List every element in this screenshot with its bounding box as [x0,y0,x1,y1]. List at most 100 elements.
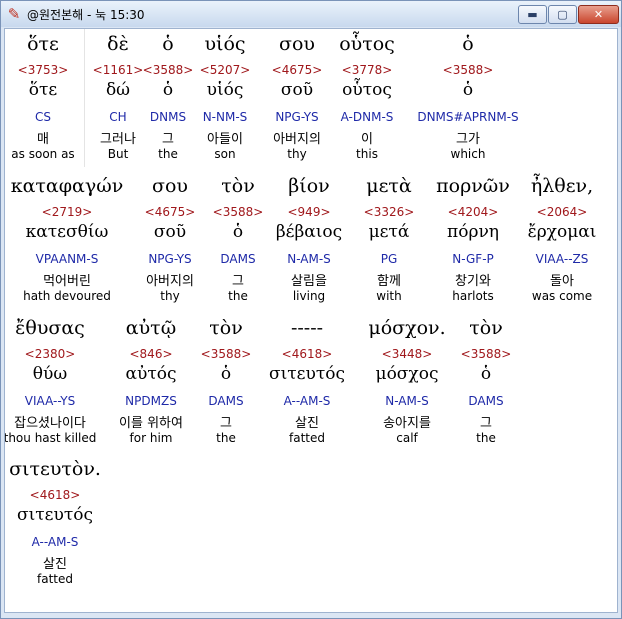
strong-number[interactable]: <3778> [342,63,393,77]
strong-number[interactable]: <1161> [93,63,144,77]
greek-word[interactable]: ὁ [462,33,473,55]
english-gloss: the [476,431,496,445]
english-gloss: the [216,431,236,445]
lemma-word: ὁ [220,364,232,384]
english-gloss: this [356,147,378,161]
greek-word[interactable]: βίον [288,175,329,197]
greek-word[interactable]: σου [152,175,188,197]
greek-word[interactable]: ----- [291,317,323,339]
korean-gloss: 잡으셨나이다 [14,416,86,431]
lemma-word: σιτευτός [269,364,345,384]
strong-number[interactable]: <2064> [537,205,588,219]
strong-number[interactable]: <3588> [461,347,512,361]
korean-gloss: 그러나 [100,132,136,147]
parsing-code: NPDMZS [125,394,177,408]
greek-word[interactable]: τὸν [469,317,503,339]
lemma-word: κατεσθίω [25,222,109,242]
strong-number[interactable]: <949> [287,205,330,219]
korean-gloss: 그 [480,416,492,431]
greek-word[interactable]: μόσχον. [368,317,445,339]
english-gloss: harlots [452,289,494,303]
strong-number[interactable]: <4618> [30,488,81,502]
greek-word[interactable]: τὸν [209,317,243,339]
strong-number[interactable]: <3448> [382,347,433,361]
parsing-code: DNMS#APRNM-S [417,110,519,124]
korean-gloss: 그 [232,274,244,289]
korean-gloss: 창기와 [455,274,491,289]
window-title: @원전본해 - 눅 15:30 [27,8,145,22]
greek-word[interactable]: αὐτῷ [126,317,176,339]
english-gloss: the [158,147,178,161]
parsing-code: CS [35,110,51,124]
greek-word[interactable]: μετὰ [366,175,412,197]
english-gloss: thou hast killed [4,431,97,445]
lemma-word: αὐτός [125,364,177,384]
english-gloss: for him [129,431,173,445]
lemma-word: οὗτος [342,80,392,100]
greek-word[interactable]: οὗτος [339,33,395,55]
english-gloss: fatted [289,431,325,445]
parsing-code: NPG-YS [275,110,319,124]
lemma-word: ὁ [232,222,244,242]
english-gloss: the [228,289,248,303]
bible-app-icon[interactable]: ✎ [5,5,23,23]
english-gloss: fatted [37,572,73,586]
strong-number[interactable]: <3588> [443,63,494,77]
strong-number[interactable]: <2380> [25,347,76,361]
strong-number[interactable]: <3588> [213,205,264,219]
lemma-word: βέβαιος [275,222,343,242]
greek-word[interactable]: σιτευτὸν. [9,458,101,480]
lemma-word: ὁ [462,80,474,100]
strong-number[interactable]: <4675> [272,63,323,77]
english-gloss: But [107,147,129,161]
lemma-word: πόρνη [447,222,499,242]
greek-word[interactable]: δὲ [107,33,129,55]
strong-number[interactable]: <4618> [282,347,333,361]
greek-word[interactable]: ὅτε [27,33,59,55]
parsing-code: VPAANM-S [35,252,99,266]
korean-gloss: 그가 [456,132,480,147]
greek-word[interactable]: υἱός [204,33,245,55]
greek-word[interactable]: καταφαγών [11,175,124,197]
english-gloss: which [450,147,486,161]
korean-gloss: 돌아 [550,274,574,289]
parsing-code: NPG-YS [148,252,192,266]
title-bar[interactable]: ✎ @원전본해 - 눅 15:30 ▬ ▢ ✕ [1,1,621,27]
greek-word[interactable]: τὸν [221,175,255,197]
english-gloss: son [214,147,236,161]
english-gloss: thy [287,147,307,161]
strong-number[interactable]: <846> [129,347,172,361]
parsing-code: N-GF-P [452,252,494,266]
korean-gloss: 이를 위하여 [119,416,183,431]
strong-number[interactable]: <4204> [448,205,499,219]
parsing-code: CH [109,110,127,124]
english-gloss: hath devoured [23,289,111,303]
korean-gloss: 아버지의 [273,132,321,147]
english-gloss: with [376,289,402,303]
lemma-word: ἔρχομαι [527,222,597,242]
maximize-button[interactable]: ▢ [548,5,577,24]
strong-number[interactable]: <3753> [18,63,69,77]
lemma-word: ὅτε [28,80,58,100]
lemma-word: υἱός [206,80,244,100]
strong-number[interactable]: <5207> [200,63,251,77]
parsing-code: A--AM-S [283,394,331,408]
korean-gloss: 살림을 [291,274,327,289]
strong-number[interactable]: <4675> [145,205,196,219]
strong-number[interactable]: <3326> [364,205,415,219]
greek-word[interactable]: ἔθυσας [15,317,85,339]
greek-word[interactable]: πορνῶν [436,175,510,197]
korean-gloss: 살진 [43,557,67,572]
greek-word[interactable]: ἦλθεν, [531,175,593,197]
greek-word[interactable]: ὁ [162,33,173,55]
close-button[interactable]: ✕ [578,5,619,24]
english-gloss: calf [396,431,418,445]
english-gloss: as soon as [11,147,75,161]
minimize-button[interactable]: ▬ [518,5,547,24]
strong-number[interactable]: <2719> [42,205,93,219]
parsing-code: DAMS [220,252,256,266]
strong-number[interactable]: <3588> [143,63,194,77]
greek-word[interactable]: σου [279,33,315,55]
parsing-code: PG [380,252,398,266]
strong-number[interactable]: <3588> [201,347,252,361]
